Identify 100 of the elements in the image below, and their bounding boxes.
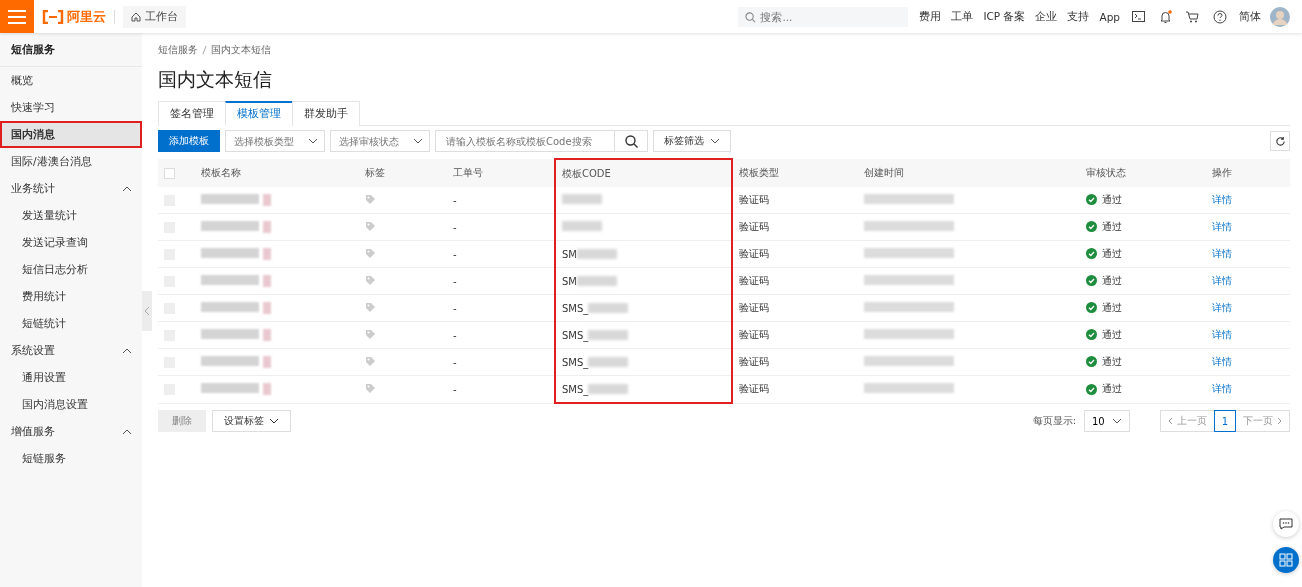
column-header: 模板类型 [732,159,858,187]
redacted-name [201,221,271,233]
cart-icon[interactable] [1186,10,1199,23]
table-cell: 验证码 [732,240,858,268]
set-tag-button[interactable]: 设置标签 [212,410,291,432]
sidebar-item[interactable]: 国内消息设置 [0,391,142,418]
sidebar-group[interactable]: 系统设置 [0,337,142,364]
chevron-down-icon [710,138,720,144]
top-link[interactable]: ICP 备案 [983,9,1026,24]
status-select[interactable]: 选择审核状态 [330,130,430,152]
table-cell: - [447,187,555,214]
details-link[interactable]: 详情 [1212,221,1232,232]
details-link[interactable]: 详情 [1212,302,1232,313]
details-link[interactable]: 详情 [1212,275,1232,286]
menu-button[interactable] [0,0,34,33]
table-cell: - [447,348,555,376]
language-link[interactable]: 简体 [1239,9,1261,24]
page-size-select[interactable]: 10 [1084,410,1130,432]
breadcrumb-link[interactable]: 国内文本短信 [211,43,271,57]
details-link[interactable]: 详情 [1212,356,1232,367]
sidebar-item[interactable]: 费用统计 [0,283,142,310]
redacted-code [562,194,602,204]
table-cell: - [447,294,555,322]
sidebar-item[interactable]: 短链服务 [0,445,142,472]
sidebar-item[interactable]: 短信日志分析 [0,256,142,283]
terminal-icon[interactable] [1132,11,1145,22]
tag-icon[interactable] [365,247,376,259]
status-text: 通过 [1102,300,1122,315]
redacted-code [577,276,617,286]
checkbox[interactable] [164,167,175,179]
table-cell: 验证码 [732,375,858,403]
status-text: 通过 [1102,192,1122,207]
details-link[interactable]: 详情 [1212,248,1232,259]
bell-icon[interactable] [1159,9,1172,24]
template-search-field[interactable]: 请输入模板名称或模板Code搜索 [435,130,615,152]
top-link[interactable]: 支持 [1067,9,1090,24]
page-button[interactable]: 1 [1214,410,1236,432]
table-cell: - [447,267,555,295]
tab[interactable]: 模板管理 [225,101,293,126]
tag-filter-button[interactable]: 标签筛选 [653,130,731,152]
tag-icon[interactable] [365,193,376,205]
status-text: 通过 [1102,354,1122,369]
redacted-name [201,275,271,287]
refresh-button[interactable] [1270,131,1290,151]
top-link[interactable]: 费用 [919,9,942,24]
chevron-down-icon [413,138,423,144]
top-link[interactable]: 企业 [1035,9,1058,24]
details-link[interactable]: 详情 [1212,329,1232,340]
sidebar-item[interactable]: 短链统计 [0,310,142,337]
workbench-button[interactable]: 工作台 [123,5,186,28]
table-cell: SMS_ [562,383,589,395]
add-template-button[interactable]: 添加模板 [158,130,220,152]
redacted-code [588,357,629,367]
column-header: 模板名称 [195,159,359,187]
tag-icon[interactable] [365,220,376,232]
details-link[interactable]: 详情 [1212,383,1232,395]
sidebar-item[interactable]: 国内消息 [0,121,142,148]
sidebar-item[interactable]: 国际/港澳台消息 [0,148,142,175]
breadcrumb-link[interactable]: 短信服务 [158,43,198,57]
sidebar-item[interactable]: 发送量统计 [0,202,142,229]
table-cell: SMS_ [562,329,589,341]
avatar-icon[interactable] [1270,6,1290,27]
redacted-code [577,249,617,259]
sidebar-item[interactable]: 通用设置 [0,364,142,391]
tag-icon[interactable] [365,274,376,286]
menu-icon [8,9,26,24]
redacted-name [201,248,271,260]
type-select[interactable]: 选择模板类型 [225,130,325,152]
sidebar-group[interactable]: 业务统计 [0,175,142,202]
chat-button[interactable] [1273,511,1299,537]
grid-icon [1279,553,1293,567]
search-field[interactable]: 搜索... [738,6,909,27]
sidebar-group[interactable]: 增值服务 [0,418,142,445]
tag-icon[interactable] [365,382,376,394]
chevron-down-icon [269,418,279,424]
search-button[interactable] [614,130,648,152]
table-cell: - [447,213,555,241]
tag-icon[interactable] [365,301,376,313]
column-header: 创建时间 [858,159,1080,187]
sidebar-title: 短信服务 [0,33,142,67]
chevron-left-icon [144,306,150,316]
top-link[interactable]: 工单 [951,9,974,24]
apps-button[interactable] [1273,547,1299,573]
help-icon[interactable] [1213,9,1227,24]
table-cell: 验证码 [732,187,858,214]
table-cell: 验证码 [732,348,858,376]
redacted-name [201,194,271,206]
tab[interactable]: 群发助手 [292,101,360,126]
tab[interactable]: 签名管理 [158,101,226,126]
redacted-name [201,329,271,341]
collapse-handle[interactable] [142,291,152,331]
top-link[interactable]: App [1099,10,1120,23]
details-link[interactable]: 详情 [1212,194,1232,205]
logo-icon [42,9,64,24]
sidebar-item[interactable]: 概览 [0,67,142,94]
sidebar-item[interactable]: 快速学习 [0,94,142,121]
sidebar-item[interactable]: 发送记录查询 [0,229,142,256]
table-cell: - [447,321,555,349]
tag-icon[interactable] [365,328,376,340]
tag-icon[interactable] [365,355,376,367]
